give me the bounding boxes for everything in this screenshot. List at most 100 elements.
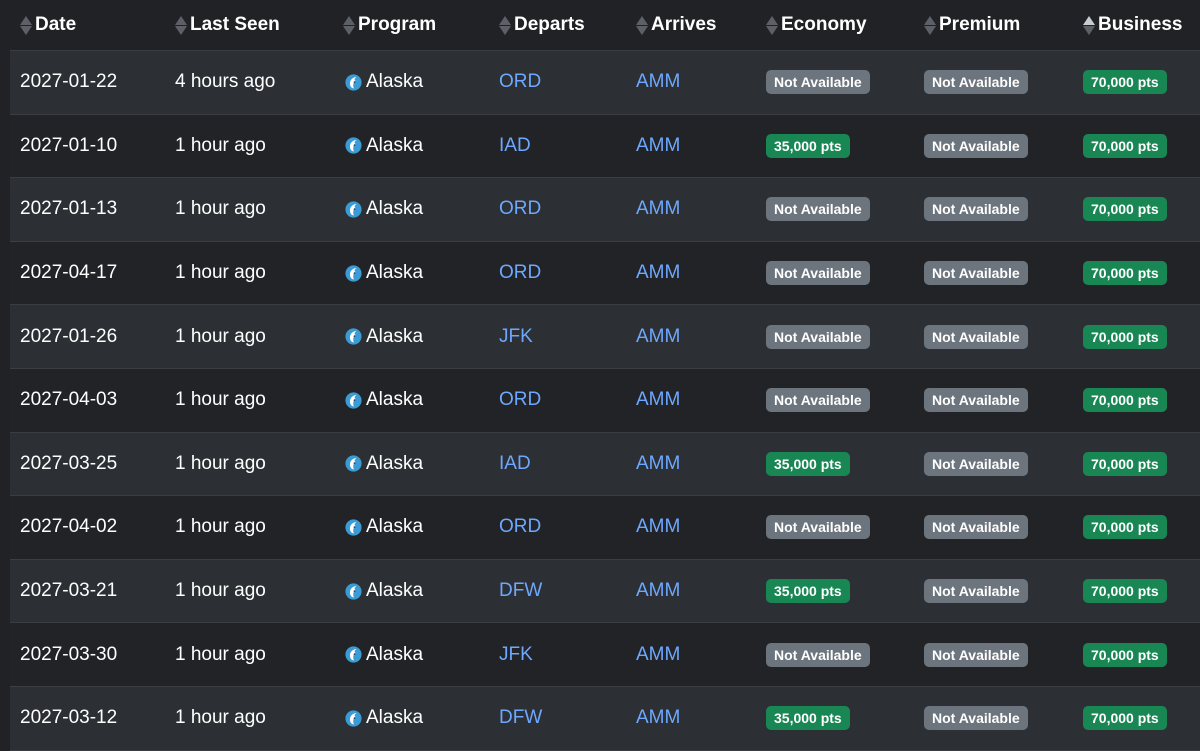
arrives-link[interactable]: AMM bbox=[636, 560, 680, 623]
alaska-airlines-logo-icon bbox=[345, 710, 366, 727]
business-badge[interactable]: 70,000 pts bbox=[1083, 261, 1167, 286]
date-cell: 2027-01-13 bbox=[20, 198, 118, 220]
premium-badge[interactable]: Not Available bbox=[924, 197, 1028, 222]
economy-badge[interactable]: Not Available bbox=[766, 642, 870, 667]
economy-cell: Not Available bbox=[766, 496, 870, 559]
sort-icon bbox=[20, 15, 32, 35]
premium-badge[interactable]: Not Available bbox=[924, 388, 1028, 413]
column-header-last-seen[interactable]: Last Seen bbox=[175, 0, 280, 50]
last-seen-cell: 1 hour ago bbox=[175, 452, 266, 474]
departs-link[interactable]: IAD bbox=[499, 433, 531, 496]
premium-badge[interactable]: Not Available bbox=[924, 324, 1028, 349]
table-row: 2027-03-21 1 hour ago Alaska DFW AMM 35,000 p… bbox=[10, 559, 1200, 624]
economy-badge[interactable]: 35,000 pts bbox=[766, 133, 850, 158]
economy-badge[interactable]: Not Available bbox=[766, 388, 870, 413]
arrives-link[interactable]: AMM bbox=[636, 115, 680, 178]
departs-link[interactable]: IAD bbox=[499, 115, 531, 178]
premium-cell: Not Available bbox=[924, 51, 1028, 114]
departs-link[interactable]: JFK bbox=[499, 623, 533, 686]
last-seen-cell: 1 hour ago bbox=[175, 134, 266, 156]
business-badge[interactable]: 70,000 pts bbox=[1083, 451, 1167, 476]
economy-badge[interactable]: Not Available bbox=[766, 70, 870, 95]
column-header-premium[interactable]: Premium bbox=[924, 0, 1020, 50]
premium-badge[interactable]: Not Available bbox=[924, 261, 1028, 286]
arrives-link[interactable]: AMM bbox=[636, 687, 680, 750]
economy-badge[interactable]: Not Available bbox=[766, 261, 870, 286]
departs-link[interactable]: ORD bbox=[499, 496, 541, 559]
table-row: 2027-01-22 4 hours ago Alaska ORD AMM Not Ava… bbox=[10, 51, 1200, 115]
business-badge[interactable]: 70,000 pts bbox=[1083, 133, 1167, 158]
business-badge[interactable]: 70,000 pts bbox=[1083, 642, 1167, 667]
economy-badge[interactable]: Not Available bbox=[766, 515, 870, 540]
arrives-link[interactable]: AMM bbox=[636, 496, 680, 559]
economy-cell: 35,000 pts bbox=[766, 560, 850, 623]
economy-badge[interactable]: Not Available bbox=[766, 324, 870, 349]
departs-link[interactable]: ORD bbox=[499, 242, 541, 305]
program-cell: Alaska bbox=[345, 51, 423, 114]
arrives-link[interactable]: AMM bbox=[636, 305, 680, 368]
sort-icon bbox=[499, 15, 511, 35]
arrives-link[interactable]: AMM bbox=[636, 178, 680, 241]
arrives-link[interactable]: AMM bbox=[636, 369, 680, 432]
premium-cell: Not Available bbox=[924, 623, 1028, 686]
arrives-link[interactable]: AMM bbox=[636, 623, 680, 686]
departs-link[interactable]: DFW bbox=[499, 560, 542, 623]
business-badge[interactable]: 70,000 pts bbox=[1083, 706, 1167, 731]
premium-badge[interactable]: Not Available bbox=[924, 579, 1028, 604]
premium-cell: Not Available bbox=[924, 496, 1028, 559]
column-header-label: Departs bbox=[514, 14, 585, 35]
arrives-link[interactable]: AMM bbox=[636, 242, 680, 305]
premium-badge[interactable]: Not Available bbox=[924, 451, 1028, 476]
premium-badge[interactable]: Not Available bbox=[924, 70, 1028, 95]
premium-badge[interactable]: Not Available bbox=[924, 706, 1028, 731]
departs-link[interactable]: JFK bbox=[499, 305, 533, 368]
premium-cell: Not Available bbox=[924, 305, 1028, 368]
program-name: Alaska bbox=[366, 325, 424, 347]
premium-badge[interactable]: Not Available bbox=[924, 133, 1028, 158]
sort-ascending-icon bbox=[1083, 15, 1095, 35]
column-header-departs[interactable]: Departs bbox=[499, 0, 585, 50]
program-cell: Alaska bbox=[345, 369, 423, 432]
column-header-label: Last Seen bbox=[190, 14, 280, 35]
date-cell: 2027-03-25 bbox=[20, 452, 118, 474]
economy-cell: Not Available bbox=[766, 623, 870, 686]
arrives-link[interactable]: AMM bbox=[636, 433, 680, 496]
program-name: Alaska bbox=[366, 134, 424, 156]
premium-badge[interactable]: Not Available bbox=[924, 642, 1028, 667]
economy-badge[interactable]: 35,000 pts bbox=[766, 451, 850, 476]
date-cell: 2027-04-17 bbox=[20, 262, 118, 284]
economy-badge[interactable]: 35,000 pts bbox=[766, 579, 850, 604]
business-badge[interactable]: 70,000 pts bbox=[1083, 579, 1167, 604]
date-cell: 2027-04-03 bbox=[20, 389, 118, 411]
program-cell: Alaska bbox=[345, 496, 423, 559]
departs-link[interactable]: ORD bbox=[499, 369, 541, 432]
table-row: 2027-03-30 1 hour ago Alaska JFK AMM Not Avai… bbox=[10, 623, 1200, 687]
arrives-link[interactable]: AMM bbox=[636, 51, 680, 114]
column-header-business[interactable]: Business bbox=[1083, 0, 1182, 50]
business-badge[interactable]: 70,000 pts bbox=[1083, 388, 1167, 413]
program-name: Alaska bbox=[366, 516, 424, 538]
economy-cell: 35,000 pts bbox=[766, 433, 850, 496]
departs-link[interactable]: ORD bbox=[499, 178, 541, 241]
last-seen-cell: 1 hour ago bbox=[175, 516, 266, 538]
business-badge[interactable]: 70,000 pts bbox=[1083, 515, 1167, 540]
column-header-date[interactable]: Date bbox=[20, 0, 76, 50]
program-cell: Alaska bbox=[345, 623, 423, 686]
premium-badge[interactable]: Not Available bbox=[924, 515, 1028, 540]
departs-link[interactable]: DFW bbox=[499, 687, 542, 750]
last-seen-cell: 1 hour ago bbox=[175, 580, 266, 602]
column-header-program[interactable]: Program bbox=[343, 0, 436, 50]
departs-link[interactable]: ORD bbox=[499, 51, 541, 114]
business-badge[interactable]: 70,000 pts bbox=[1083, 70, 1167, 95]
column-header-arrives[interactable]: Arrives bbox=[636, 0, 717, 50]
sort-icon bbox=[636, 15, 648, 35]
date-cell: 2027-03-12 bbox=[20, 707, 118, 729]
program-cell: Alaska bbox=[345, 242, 423, 305]
program-cell: Alaska bbox=[345, 305, 423, 368]
last-seen-cell: 1 hour ago bbox=[175, 262, 266, 284]
economy-badge[interactable]: 35,000 pts bbox=[766, 706, 850, 731]
business-badge[interactable]: 70,000 pts bbox=[1083, 197, 1167, 222]
column-header-economy[interactable]: Economy bbox=[766, 0, 867, 50]
business-badge[interactable]: 70,000 pts bbox=[1083, 324, 1167, 349]
economy-badge[interactable]: Not Available bbox=[766, 197, 870, 222]
